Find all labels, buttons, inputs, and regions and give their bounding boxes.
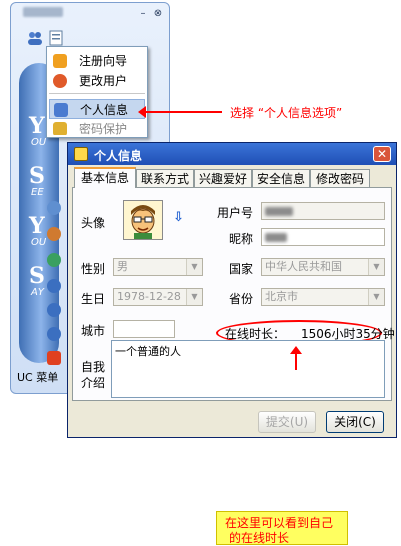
change-avatar-arrow-icon[interactable]: ⇩	[173, 210, 184, 225]
menu-item-password-protect[interactable]: 密码保护	[49, 119, 145, 135]
menu-item-label: 密码保护	[79, 122, 128, 135]
city-input[interactable]	[113, 320, 175, 338]
tools-icon[interactable]	[47, 227, 61, 241]
user-id-label: 用户号	[217, 206, 254, 220]
power-icon[interactable]	[47, 351, 61, 365]
annotation-line2: 的在线时长	[229, 531, 290, 545]
menu-item-register-wizard[interactable]: 注册向导	[49, 51, 145, 71]
menu-item-label: 个人信息	[80, 103, 129, 117]
contact-icon[interactable]	[47, 201, 61, 215]
country-select[interactable]: 中华人民共和国 ▼	[261, 258, 385, 276]
user-icon	[53, 74, 67, 88]
people-icon[interactable]	[27, 30, 43, 46]
birthday-select[interactable]: 1978-12-28 ▼	[113, 288, 203, 306]
self-intro-textarea[interactable]: 一个普通的人 在这里可以看到自己 的在线时长	[111, 340, 385, 545]
dialog-titlebar: 个人信息 ✕	[68, 143, 396, 165]
gender-label: 性别	[81, 262, 106, 276]
gender-value: 男	[117, 260, 128, 273]
avatar-label: 头像	[81, 216, 106, 230]
search-icon[interactable]	[47, 327, 61, 341]
menu-item-label: 注册向导	[79, 54, 128, 68]
basic-info-panel: 头像 ⇩ 用户号 昵称 性别 男 ▼ 国家 中华人民共和国 ▼ 生日 1978-…	[72, 187, 395, 545]
nickname-label: 昵称	[229, 232, 254, 246]
menu-item-label: 更改用户	[79, 74, 128, 88]
annotation-arrow-head	[290, 346, 302, 354]
chevron-down-icon[interactable]: ▼	[368, 259, 384, 275]
lock-icon	[53, 122, 67, 135]
gender-select[interactable]: 男 ▼	[113, 258, 203, 276]
intro-label-line1: 自我	[81, 360, 106, 374]
tab-contact[interactable]: 联系方式	[136, 169, 194, 187]
dialog-close-button[interactable]: ✕	[373, 146, 391, 162]
info-icon[interactable]	[47, 279, 61, 293]
cartoon-face-icon	[124, 201, 162, 239]
country-value: 中华人民共和国	[265, 260, 342, 273]
birthday-label: 生日	[81, 292, 106, 306]
chevron-down-icon[interactable]: ▼	[186, 259, 202, 275]
tab-strip: 基本信息 联系方式 兴趣爱好 安全信息 修改密码	[72, 167, 394, 188]
close-button[interactable]: 关闭(C)	[326, 411, 384, 433]
side-text-ou1: OU	[31, 137, 47, 148]
tab-interests[interactable]: 兴趣爱好	[194, 169, 252, 187]
menu-divider	[49, 93, 145, 94]
profile-icon	[54, 103, 68, 117]
tab-basic-info[interactable]: 基本信息	[74, 167, 136, 188]
uc-titlebar: – ⊗	[11, 3, 169, 25]
side-text-ou2: OU	[31, 237, 47, 248]
birthday-value: 1978-12-28	[117, 290, 181, 303]
tab-security[interactable]: 安全信息	[252, 169, 310, 187]
country-label: 国家	[229, 262, 254, 276]
side-text-ay: AY	[31, 287, 44, 298]
dialog-title: 个人信息	[94, 149, 143, 163]
menu-item-change-user[interactable]: 更改用户	[49, 71, 145, 91]
annotation-online-time: 在这里可以看到自己 的在线时长	[216, 511, 348, 545]
intro-label-line2: 介绍	[81, 376, 106, 390]
user-id-field	[261, 202, 385, 220]
profile-context-menu: 注册向导 更改用户 个人信息 密码保护	[46, 46, 148, 138]
close-icon[interactable]: ⊗	[152, 8, 164, 20]
province-value: 北京市	[265, 290, 298, 303]
side-text-ee: EE	[31, 187, 44, 198]
avatar[interactable]	[123, 200, 163, 240]
side-letter-y2: Y	[29, 213, 45, 239]
uc-title-blurred	[23, 7, 63, 17]
annotation-arrow-line	[295, 354, 297, 370]
blurred-nickname	[265, 233, 287, 242]
help-icon[interactable]	[47, 303, 61, 317]
annotation-arrow-line	[144, 111, 222, 113]
annotation-arrow-head	[138, 106, 146, 118]
city-label: 城市	[81, 324, 106, 338]
chevron-down-icon[interactable]: ▼	[368, 289, 384, 305]
province-label: 省份	[229, 292, 254, 306]
menu-item-profile[interactable]: 个人信息	[49, 99, 145, 119]
minimize-button[interactable]: –	[137, 8, 149, 20]
wizard-icon	[53, 54, 67, 68]
side-letter-y1: Y	[29, 113, 45, 139]
annotation-select-profile: 选择 “个人信息选项”	[230, 106, 343, 120]
province-select[interactable]: 北京市 ▼	[261, 288, 385, 306]
chevron-down-icon[interactable]: ▼	[186, 289, 202, 305]
tab-change-password[interactable]: 修改密码	[310, 169, 370, 187]
side-letter-s2: S	[29, 263, 45, 289]
side-letter-s1: S	[29, 163, 45, 189]
profile-dialog: 个人信息 ✕ 基本信息 联系方式 兴趣爱好 安全信息 修改密码 头像 ⇩ 用户号…	[67, 142, 397, 545]
nickname-input[interactable]	[261, 228, 385, 246]
submit-button[interactable]: 提交(U)	[258, 411, 316, 433]
profile-icon	[74, 147, 88, 161]
self-intro-value: 一个普通的人	[115, 345, 181, 358]
document-icon[interactable]	[49, 30, 63, 46]
blurred-user-id	[265, 207, 293, 216]
globe-icon[interactable]	[47, 253, 61, 267]
